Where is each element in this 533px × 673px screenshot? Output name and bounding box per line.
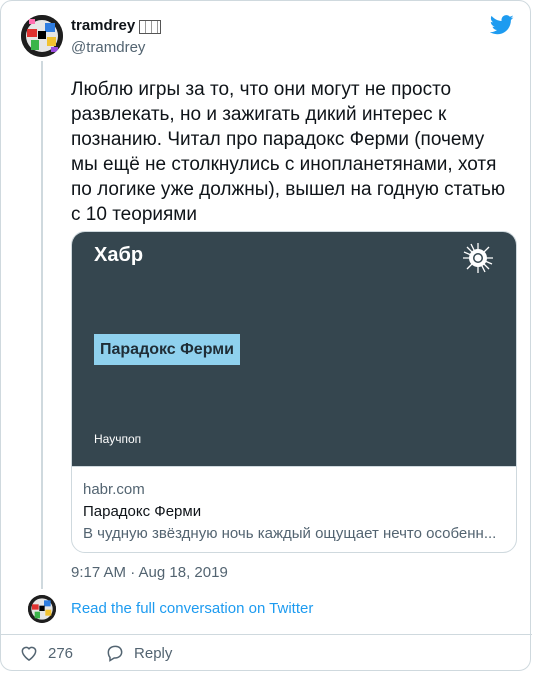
author-handle[interactable]: @tramdrey bbox=[71, 39, 145, 56]
slot-machine-emoji-icon bbox=[139, 19, 162, 34]
like-count: 276 bbox=[48, 644, 74, 662]
reply-button[interactable]: Reply bbox=[105, 643, 172, 663]
twitter-bird-icon[interactable] bbox=[490, 15, 514, 35]
tweet-card: tramdrey @tramdrey Люблю игры за то, что… bbox=[0, 0, 532, 671]
read-conversation-link[interactable]: Read the full conversation on Twitter bbox=[71, 600, 313, 617]
heart-icon bbox=[21, 646, 37, 661]
thread-line bbox=[41, 61, 43, 589]
link-description: В чудную звёздную ночь каждый ощущает не… bbox=[83, 525, 497, 542]
display-name-text: tramdrey bbox=[71, 17, 136, 34]
author-avatar[interactable] bbox=[21, 15, 63, 57]
reply-bubble-icon bbox=[107, 645, 123, 662]
reply-label: Reply bbox=[134, 644, 173, 662]
avatar-image bbox=[21, 15, 63, 57]
headline-chip: Парадокс Ферми bbox=[94, 334, 240, 365]
link-title: Парадокс Ферми bbox=[83, 503, 202, 520]
action-bar: 276 Reply bbox=[19, 643, 204, 663]
habr-logo: Хабр bbox=[94, 244, 144, 266]
avatar-small-image bbox=[28, 595, 56, 623]
link-meta: habr.com Парадокс Ферми В чудную звёздну… bbox=[83, 480, 507, 544]
habr-mark-icon bbox=[463, 243, 493, 273]
link-domain: habr.com bbox=[83, 481, 145, 498]
link-preview-image: Хабр Парадокс Ферми Научпоп bbox=[72, 232, 516, 467]
conversation-avatar bbox=[28, 595, 56, 623]
category-label: Научпоп bbox=[94, 432, 142, 446]
link-preview-card[interactable]: Хабр Парадокс Ферми Научпоп habr.com Пар… bbox=[71, 231, 517, 553]
tweet-text: Люблю игры за то, что они могут не прост… bbox=[71, 79, 506, 225]
tweet-timestamp[interactable]: 9:17 AM · Aug 18, 2019 bbox=[71, 564, 228, 581]
author-display-name[interactable]: tramdrey bbox=[71, 17, 162, 34]
actions-divider bbox=[1, 634, 532, 635]
like-button[interactable]: 276 bbox=[19, 643, 73, 663]
